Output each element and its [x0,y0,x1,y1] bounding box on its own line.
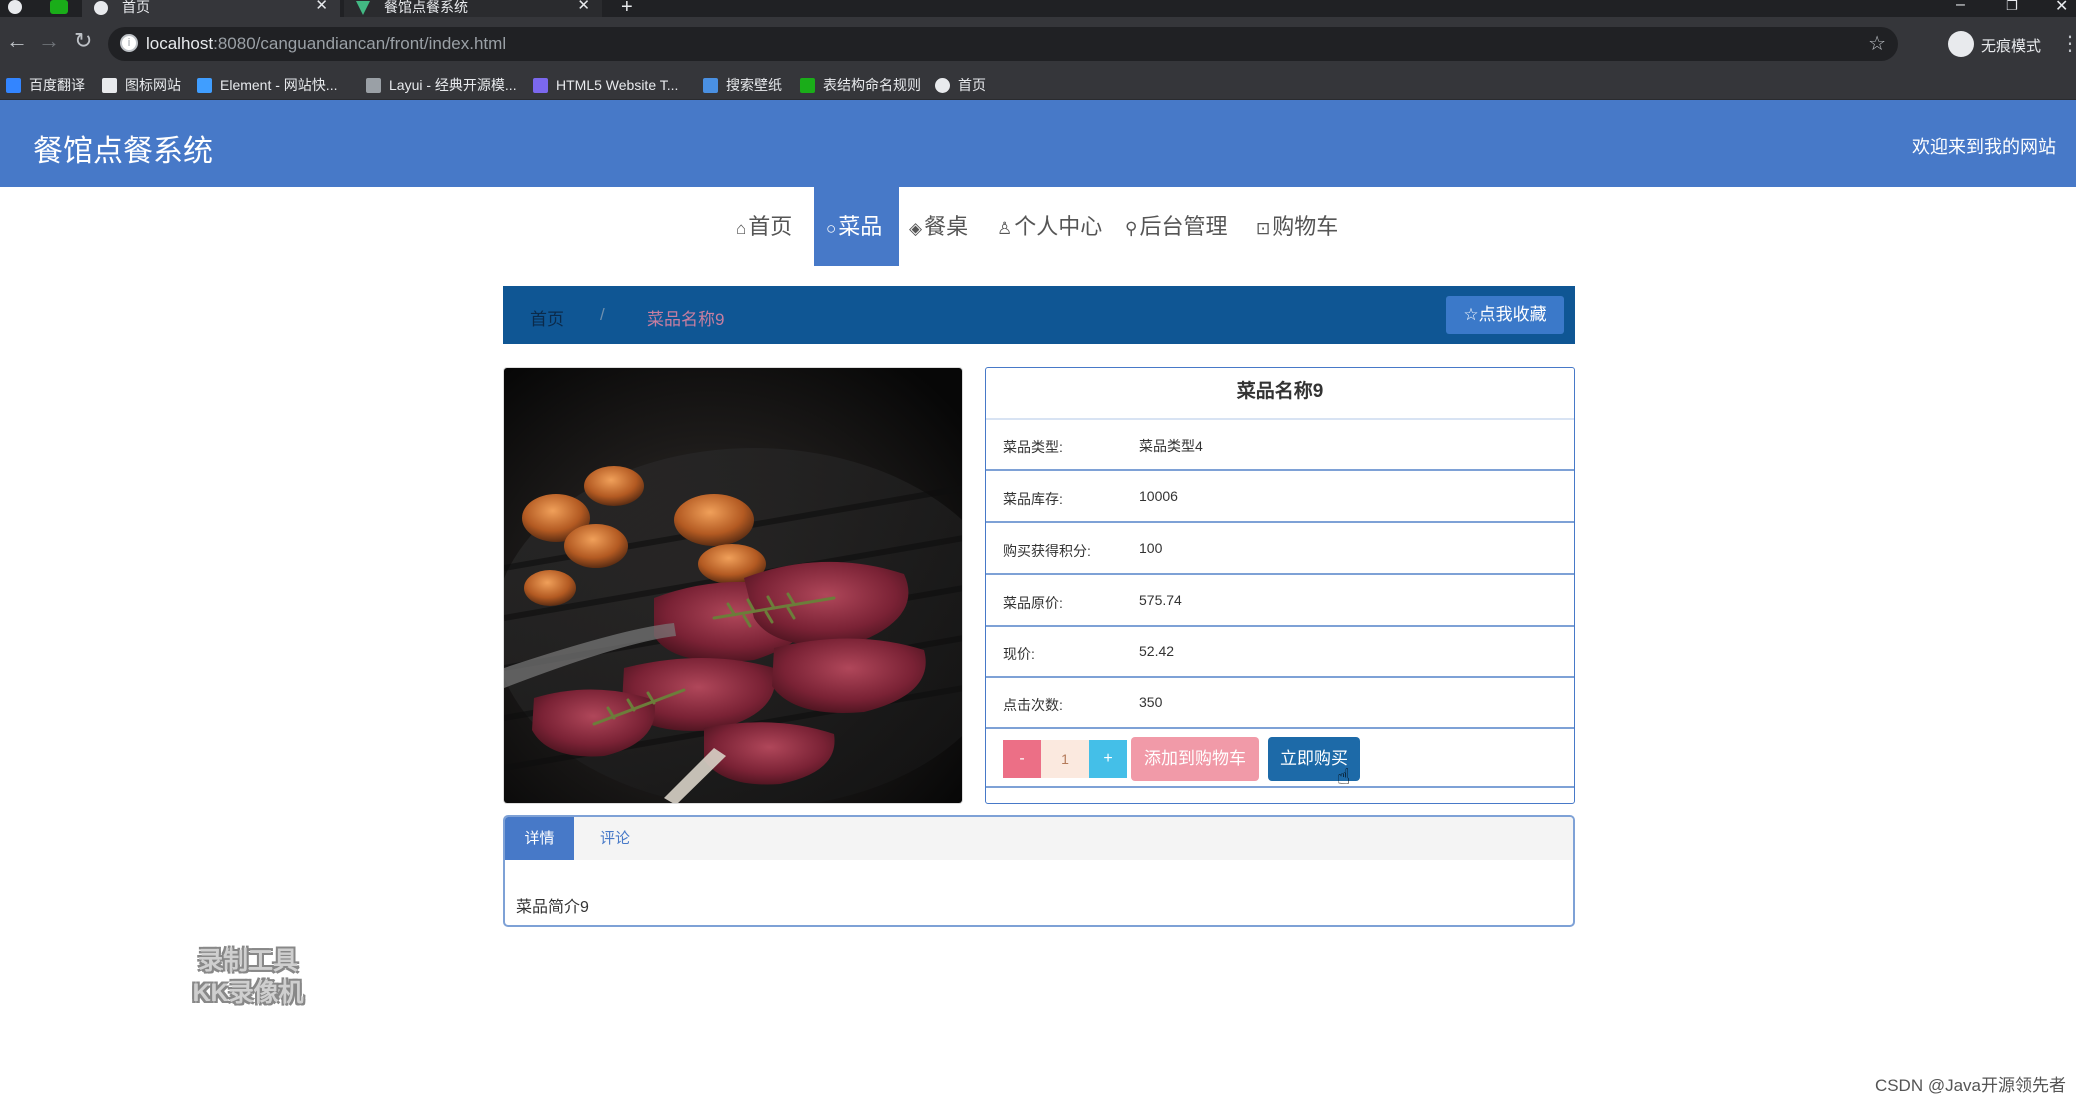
nav-item-home[interactable]: ⌂首页 [736,187,804,266]
dish-info-panel: 菜品名称9 菜品类型: 菜品类型4 菜品库存: 10006 购买获得积分: 10… [985,367,1575,804]
bookmark-item[interactable]: Layui - 经典开源模... [366,76,517,96]
bookmark-star-icon[interactable]: ☆ [1868,31,1886,56]
star-icon: ☆ [1463,305,1479,324]
site-info-icon[interactable]: i [120,34,138,52]
forward-arrow-icon[interactable]: → [38,30,60,52]
element-icon [197,78,212,93]
quantity-input[interactable]: 1 [1041,740,1089,778]
info-label: 现价: [1003,646,1035,662]
back-arrow-icon[interactable]: ← [6,30,28,52]
incognito-label: 无痕模式 [1981,38,2042,55]
pinned-tab-icon[interactable] [50,0,68,14]
info-row-stock: 菜品库存: 10006 [986,472,1574,523]
home-icon: ⌂ [736,219,747,238]
circle-icon: ○ [826,219,837,238]
info-label: 菜品类型: [1003,439,1063,455]
dish-name: 菜品名称9 [986,368,1574,420]
quantity-decrease-button[interactable]: - [1003,740,1041,778]
restore-button[interactable]: ❐ [2006,0,2018,14]
sheet-icon [800,78,815,93]
site-header: 餐馆点餐系统 欢迎来到我的网站 [0,100,2076,187]
bookmark-item[interactable]: 表结构命名规则 [800,76,921,96]
close-tab-icon[interactable]: ✕ [577,0,590,13]
tab-comment[interactable]: 评论 [574,817,656,860]
url-input[interactable]: i localhost:8080/canguandiancan/front/in… [108,27,1898,61]
purchase-actions: - 1 + 添加到购物车 立即购买 ☝ [986,730,1574,789]
info-value: 52.42 [1139,643,1175,659]
info-label: 购买获得积分: [1003,543,1091,559]
info-value: 100 [1139,540,1163,556]
tab-detail[interactable]: 详情 [505,817,574,860]
layui-icon [366,78,381,93]
breadcrumb-home-link[interactable]: 首页 [530,305,564,330]
main-nav: ⌂首页 ○菜品 ◈餐桌 ♙个人中心 ⚲后台管理 ⊡购物车 [0,187,2076,267]
close-tab-icon[interactable]: ✕ [315,0,328,13]
bookmark-item[interactable]: 百度翻译 [6,76,85,96]
breadcrumb: 首页 / 菜品名称9 ☆点我收藏 [503,286,1575,344]
info-value: 350 [1139,694,1163,710]
cart-icon: ⊡ [1256,219,1271,238]
address-bar-row: ← → ↻ i localhost:8080/canguandiancan/fr… [0,17,2076,71]
globe-icon [935,78,950,93]
incognito-icon[interactable] [1948,31,1974,57]
info-value: 菜品类型4 [1139,438,1203,454]
welcome-text: 欢迎来到我的网站 [1912,137,2056,157]
bookmark-item[interactable]: Element - 网站快... [197,76,337,96]
nav-item-profile[interactable]: ♙个人中心 [997,187,1103,266]
breadcrumb-separator: / [600,305,605,324]
browser-tab-strip: 首页 ✕ 餐馆点餐系统 ✕ + – ❐ ✕ [0,0,2076,18]
nav-item-tables[interactable]: ◈餐桌 [909,187,979,266]
favorite-button[interactable]: ☆点我收藏 [1446,296,1564,334]
chrome-menu-icon[interactable] [8,0,22,14]
layers-icon: ◈ [909,219,923,238]
nav-item-dishes[interactable]: ○菜品 [814,187,899,266]
link-icon: ⚲ [1125,219,1138,238]
info-label: 点击次数: [1003,697,1063,713]
globe-icon [94,1,108,15]
info-value: 575.74 [1139,592,1182,608]
site-title: 餐馆点餐系统 [33,135,213,168]
tab-home[interactable]: 首页 ✕ [82,0,340,17]
info-row-clicks: 点击次数: 350 [986,678,1574,729]
vue-icon [356,1,370,15]
more-menu-icon[interactable]: ⋮ [2060,31,2076,56]
html5-icon [533,78,548,93]
url-text: localhost:8080/canguandiancan/front/inde… [146,34,507,53]
minimize-button[interactable]: – [1956,0,1965,14]
tabs-header: 详情 评论 [505,817,1573,860]
csdn-watermark: CSDN @Java开源领先者 [1874,1076,2066,1095]
info-row-current-price: 现价: 52.42 [986,627,1574,678]
nav-item-admin[interactable]: ⚲后台管理 [1125,187,1233,266]
wallpaper-icon [703,78,718,93]
info-label: 菜品原价: [1003,595,1063,611]
info-row-points: 购买获得积分: 100 [986,524,1574,575]
tab-restaurant-system[interactable]: 餐馆点餐系统 ✕ [344,0,602,17]
info-row-original-price: 菜品原价: 575.74 [986,576,1574,627]
info-value: 10006 [1139,488,1178,504]
add-to-cart-button[interactable]: 添加到购物车 [1131,737,1259,781]
quantity-increase-button[interactable]: + [1089,740,1127,778]
bookmark-item[interactable]: HTML5 Website T... [533,76,678,96]
info-row-type: 菜品类型: 菜品类型4 [986,420,1574,471]
hand-cursor-icon: ☝ [1337,764,1351,789]
detail-tabs: 详情 评论 菜品简介9 [503,815,1575,927]
recorder-watermark: 录制工具 KK录像机 [192,947,304,1007]
breadcrumb-current: 菜品名称9 [647,310,725,329]
info-label: 菜品库存: [1003,491,1063,507]
bookmark-item[interactable]: 图标网站 [102,76,181,96]
dish-image [503,367,963,804]
flag-icon [102,78,117,93]
reload-icon[interactable]: ↻ [74,30,92,52]
nav-item-cart[interactable]: ⊡购物车 [1256,187,1342,266]
baidu-translate-icon [6,78,21,93]
window-close-button[interactable]: ✕ [2055,0,2068,16]
bookmark-item[interactable]: 首页 [935,76,986,96]
dish-description: 菜品简介9 [516,899,589,916]
bookmark-item[interactable]: 搜索壁纸 [703,76,782,96]
user-icon: ♙ [997,219,1013,238]
bookmarks-bar: 百度翻译 图标网站 Element - 网站快... Layui - 经典开源模… [0,71,2076,100]
